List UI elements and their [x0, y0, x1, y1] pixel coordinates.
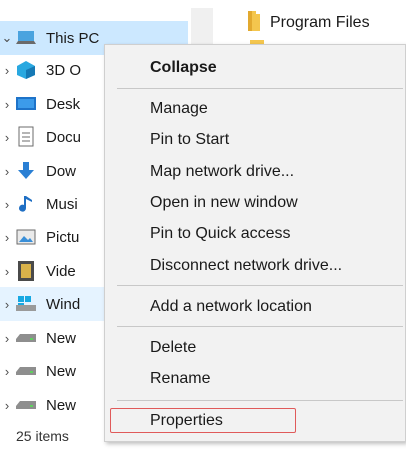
nav-item-label: New	[46, 396, 77, 414]
nav-item-label: Wind	[46, 295, 81, 313]
chevron-right-icon[interactable]: ›	[0, 164, 14, 179]
chevron-down-icon[interactable]: ⌄	[0, 30, 14, 46]
menu-item-collapse[interactable]: Collapse	[105, 53, 405, 83]
nav-item-label: 3D O	[46, 61, 82, 79]
chevron-right-icon[interactable]: ›	[0, 97, 14, 112]
menu-item-delete[interactable]: Delete	[105, 333, 405, 363]
menu-item-rename[interactable]: Rename	[105, 364, 405, 394]
nav-item-label: New	[46, 362, 77, 380]
menu-separator	[117, 285, 403, 286]
menu-item-open-in-new-window[interactable]: Open in new window	[105, 188, 405, 218]
nav-item-label: Dow	[46, 162, 77, 180]
menu-item-add-network-location[interactable]: Add a network location	[105, 292, 405, 322]
content-item-program-files[interactable]: Program Files	[246, 10, 370, 36]
3d-objects-icon	[14, 58, 38, 82]
chevron-right-icon[interactable]: ›	[0, 297, 14, 312]
downloads-icon	[14, 159, 38, 183]
drive-icon	[14, 359, 38, 383]
desktop-icon	[14, 92, 38, 116]
chevron-right-icon[interactable]: ›	[0, 63, 14, 78]
computer-icon	[14, 26, 38, 50]
chevron-right-icon[interactable]: ›	[0, 398, 14, 413]
nav-item-label: This PC	[46, 29, 100, 47]
nav-item-label: Musi	[46, 195, 78, 213]
menu-separator	[117, 326, 403, 327]
music-icon	[14, 192, 38, 216]
nav-item-label: Vide	[46, 262, 76, 280]
chevron-right-icon[interactable]: ›	[0, 364, 14, 379]
pictures-icon	[14, 225, 38, 249]
nav-item-label: New	[46, 329, 77, 347]
drive-icon	[14, 393, 38, 417]
videos-icon	[14, 259, 38, 283]
chevron-right-icon[interactable]: ›	[0, 130, 14, 145]
menu-item-disconnect-network-drive[interactable]: Disconnect network drive...	[105, 251, 405, 281]
menu-separator	[117, 400, 403, 401]
menu-separator	[117, 88, 403, 89]
context-menu: Collapse Manage Pin to Start Map network…	[104, 44, 406, 442]
windows-drive-icon	[14, 292, 38, 316]
nav-item-label: Docu	[46, 128, 82, 146]
folder-icon	[246, 10, 262, 36]
menu-item-pin-to-start[interactable]: Pin to Start	[105, 125, 405, 155]
nav-item-label: Desk	[46, 95, 81, 113]
documents-icon	[14, 125, 38, 149]
menu-item-pin-to-quick-access[interactable]: Pin to Quick access	[105, 219, 405, 249]
drive-icon	[14, 326, 38, 350]
properties-highlight	[110, 408, 296, 433]
nav-item-label: Pictu	[46, 228, 80, 246]
chevron-right-icon[interactable]: ›	[0, 230, 14, 245]
menu-item-map-network-drive[interactable]: Map network drive...	[105, 157, 405, 187]
chevron-right-icon[interactable]: ›	[0, 331, 14, 346]
chevron-right-icon[interactable]: ›	[0, 264, 14, 279]
status-item-count: 25 items	[16, 428, 69, 444]
content-item-label: Program Files	[270, 14, 370, 31]
chevron-right-icon[interactable]: ›	[0, 197, 14, 212]
menu-item-manage[interactable]: Manage	[105, 94, 405, 124]
